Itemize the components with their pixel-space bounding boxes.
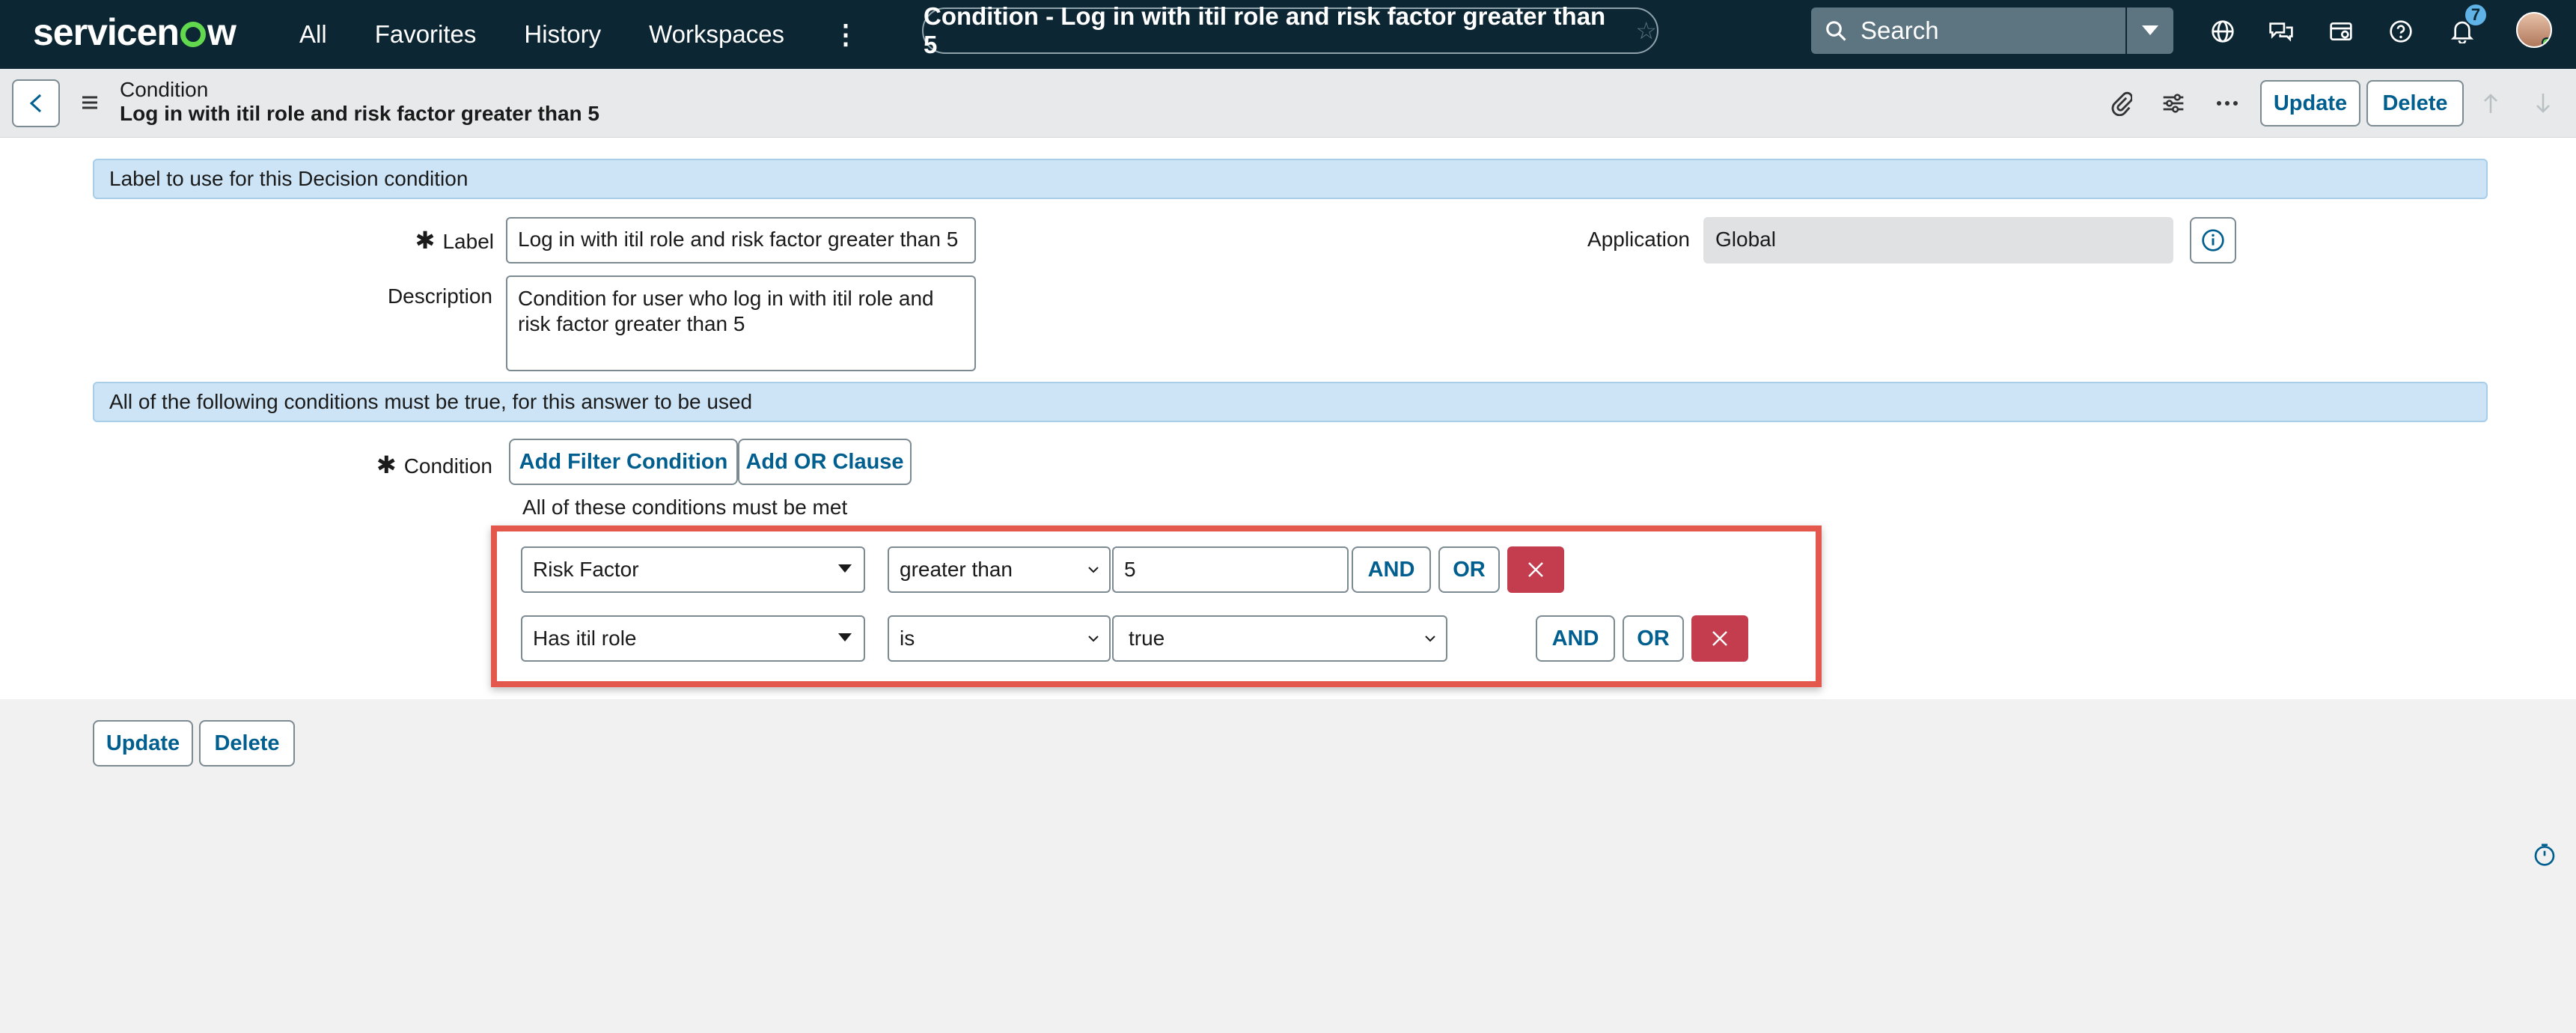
form-body: Label to use for this Decision condition… <box>0 138 2576 699</box>
next-record-arrow-icon[interactable] <box>2527 87 2560 120</box>
condition-field-value: Has itil role <box>533 627 637 650</box>
condition-value-value: true <box>1129 627 1165 650</box>
conditions-note: All of these conditions must be met <box>522 496 848 519</box>
condition-operator-value: greater than <box>900 558 1013 581</box>
search-scope-dropdown[interactable] <box>2127 7 2173 54</box>
condition-and-button-2[interactable]: AND <box>1536 615 1615 662</box>
application-readonly-field: Global <box>1703 217 2173 263</box>
nav-all[interactable]: All <box>299 20 327 49</box>
condition-value-select-2[interactable]: true <box>1112 615 1447 662</box>
favorite-star-icon[interactable]: ☆ <box>1635 16 1657 45</box>
logo-text-end: w <box>207 11 236 53</box>
section-header-conditions: All of the following conditions must be … <box>93 382 2488 422</box>
condition-field-select-2[interactable]: Has itil role <box>521 615 865 662</box>
search-icon <box>1826 21 1846 41</box>
notification-count-badge: 7 <box>2464 3 2488 27</box>
user-avatar[interactable] <box>2516 12 2552 48</box>
attachment-icon[interactable] <box>2105 87 2137 120</box>
more-actions-icon[interactable] <box>2211 87 2244 120</box>
close-icon <box>1712 631 1727 646</box>
back-button[interactable] <box>12 79 60 127</box>
add-filter-condition-button[interactable]: Add Filter Condition <box>509 439 738 485</box>
workspace-icon[interactable] <box>2326 16 2356 46</box>
top-navigation: servicen w All Favorites History Workspac… <box>0 0 2576 69</box>
chevron-down-icon <box>1425 636 1435 642</box>
caret-down-icon <box>2142 25 2158 35</box>
nav-favorites[interactable]: Favorites <box>375 20 477 49</box>
condition-field-value: Risk Factor <box>533 558 639 581</box>
globe-icon[interactable] <box>2208 16 2238 46</box>
form-context-menu-icon[interactable] <box>78 91 102 114</box>
info-icon <box>2202 229 2224 252</box>
logo-text: servicen <box>33 11 180 53</box>
description-textarea[interactable]: Condition for user who log in with itil … <box>506 275 976 371</box>
chevron-down-icon <box>1088 636 1099 642</box>
condition-field-label: ✱ Condition <box>376 451 492 478</box>
record-type-label: Condition <box>120 78 209 101</box>
remove-condition-button-1[interactable] <box>1507 546 1564 593</box>
chevron-left-icon <box>29 94 42 113</box>
chevron-down-icon <box>1088 567 1099 573</box>
form-header: Condition Log in with itil role and risk… <box>0 69 2576 138</box>
close-icon <box>1528 562 1543 577</box>
response-time-icon[interactable] <box>2533 843 2557 867</box>
help-icon[interactable] <box>2386 16 2416 46</box>
condition-builder-highlight: Risk Factor greater than 5 AND OR Has it… <box>491 525 1822 687</box>
condition-operator-value: is <box>900 627 915 650</box>
required-asterisk-icon: ✱ <box>376 451 397 478</box>
condition-operator-select-1[interactable]: greater than <box>888 546 1111 593</box>
footer-delete-button[interactable]: Delete <box>199 720 295 767</box>
header-update-button[interactable]: Update <box>2260 80 2360 127</box>
condition-or-button-1[interactable]: OR <box>1438 546 1500 593</box>
condition-value-input-1[interactable]: 5 <box>1112 546 1349 593</box>
label-input[interactable]: Log in with itil role and risk factor gr… <box>506 217 976 263</box>
remove-condition-button-2[interactable] <box>1691 615 1748 662</box>
logo-o-mark <box>180 22 206 47</box>
record-title-pill[interactable]: Condition - Log in with itil role and ri… <box>922 2 1658 58</box>
nav-links: All Favorites History Workspaces ⋮ <box>299 0 859 69</box>
condition-and-button-1[interactable]: AND <box>1352 546 1431 593</box>
header-delete-button[interactable]: Delete <box>2366 80 2464 127</box>
label-field-label: ✱ Label <box>415 227 494 254</box>
record-title: Condition - Log in with itil role and ri… <box>924 2 1606 58</box>
chat-icon[interactable] <box>2266 16 2296 46</box>
application-info-button[interactable] <box>2190 217 2236 263</box>
servicenow-logo[interactable]: servicen w <box>33 7 236 57</box>
more-menu-icon[interactable]: ⋮ <box>832 19 859 50</box>
caret-down-icon <box>838 564 852 573</box>
nav-history[interactable]: History <box>524 20 601 49</box>
section-header-label: Label to use for this Decision condition <box>93 159 2488 199</box>
record-name-label: Log in with itil role and risk factor gr… <box>120 102 599 125</box>
global-search-input[interactable]: Search <box>1811 7 2125 54</box>
caret-down-icon <box>838 633 852 642</box>
description-field-label: Description <box>387 284 492 308</box>
search-placeholder: Search <box>1861 16 1939 44</box>
nav-workspaces[interactable]: Workspaces <box>649 20 784 49</box>
footer-update-button[interactable]: Update <box>93 720 193 767</box>
personalize-form-icon[interactable] <box>2157 87 2190 120</box>
condition-field-select-1[interactable]: Risk Factor <box>521 546 865 593</box>
condition-or-button-2[interactable]: OR <box>1623 615 1684 662</box>
required-asterisk-icon: ✱ <box>415 227 436 254</box>
presence-dot <box>2542 37 2551 46</box>
condition-operator-select-2[interactable]: is <box>888 615 1111 662</box>
previous-record-arrow-icon[interactable] <box>2474 87 2507 120</box>
add-or-clause-button[interactable]: Add OR Clause <box>738 439 912 485</box>
application-field-label: Application <box>1587 228 1690 251</box>
